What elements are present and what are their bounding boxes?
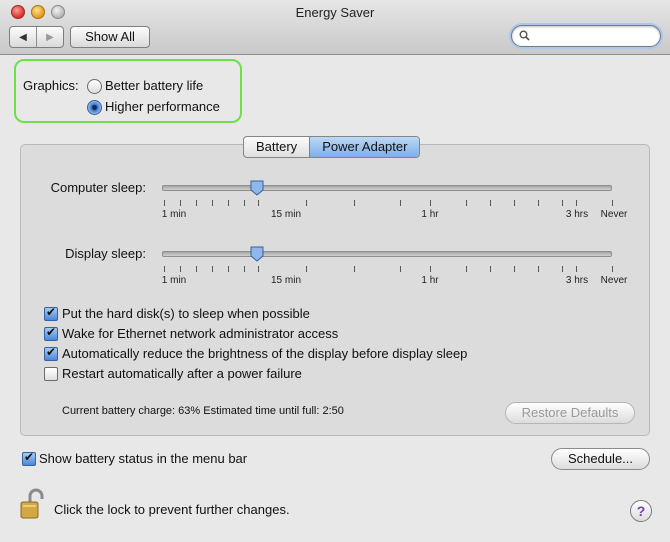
computer-sleep-label: Computer sleep: [50, 180, 146, 195]
computer-sleep-tick-label: 1 hr [421, 209, 439, 220]
show-battery-status-checkbox[interactable] [22, 450, 36, 466]
display-sleep-tick-label: 1 hr [421, 275, 439, 286]
reduce-brightness-label[interactable]: Automatically reduce the brightness of t… [62, 346, 467, 361]
tab-battery[interactable]: Battery [244, 137, 309, 157]
restore-defaults-button[interactable]: Restore Defaults [505, 402, 635, 424]
forward-button[interactable]: ▶ [37, 27, 63, 47]
back-button[interactable]: ◀ [10, 27, 37, 47]
show-all-button[interactable]: Show All [70, 26, 150, 48]
computer-sleep-ticks [0, 200, 670, 206]
graphics-group: Graphics: Better battery life Higher per… [14, 59, 242, 123]
radio-label-better-battery-life[interactable]: Better battery life [105, 78, 203, 93]
restart-after-power-failure-checkbox[interactable] [44, 367, 58, 381]
radio-label-higher-performance[interactable]: Higher performance [105, 99, 220, 114]
lock-icon[interactable] [20, 488, 44, 520]
computer-sleep-slider[interactable] [162, 185, 612, 191]
computer-sleep-tick-label: 1 min [161, 209, 187, 220]
wake-ethernet-checkbox[interactable] [44, 325, 58, 341]
radio-higher-performance[interactable] [87, 100, 102, 115]
computer-sleep-tick-label: 3 hrs [565, 209, 589, 220]
forward-arrow-icon: ▶ [46, 31, 54, 43]
radio-better-battery-life[interactable] [87, 79, 102, 94]
computer-sleep-tick-label: 15 min [270, 209, 302, 220]
back-forward-control: ◀ ▶ [9, 26, 64, 48]
restart-after-power-failure-label[interactable]: Restart automatically after a power fail… [62, 366, 302, 381]
graphics-label: Graphics: [23, 78, 79, 93]
display-sleep-tick-label: Never [600, 275, 628, 286]
tab-power-adapter[interactable]: Power Adapter [309, 137, 420, 157]
reduce-brightness-checkbox[interactable] [44, 345, 58, 361]
display-sleep-label: Display sleep: [65, 246, 146, 261]
help-button[interactable]: ? [630, 500, 652, 522]
battery-status-text: Current battery charge: 63% Estimated ti… [62, 405, 344, 417]
computer-sleep-slider-thumb[interactable] [250, 180, 264, 196]
display-sleep-slider-thumb[interactable] [250, 246, 264, 262]
computer-sleep-tick-label: Never [600, 209, 628, 220]
lock-message: Click the lock to prevent further change… [54, 502, 290, 517]
search-field[interactable] [511, 25, 661, 47]
display-sleep-tick-label: 1 min [161, 275, 187, 286]
hard-disk-sleep-checkbox[interactable] [44, 305, 58, 321]
display-sleep-slider[interactable] [162, 251, 612, 257]
wake-ethernet-label[interactable]: Wake for Ethernet network administrator … [62, 326, 338, 341]
schedule-button[interactable]: Schedule... [551, 448, 650, 470]
back-arrow-icon: ◀ [19, 31, 27, 43]
display-sleep-tick-label: 3 hrs [565, 275, 589, 286]
energy-saver-window: Energy Saver ◀ ▶ Show All Graphics: Bett… [0, 0, 670, 542]
window-title: Energy Saver [295, 5, 375, 20]
show-battery-status-label[interactable]: Show battery status in the menu bar [39, 451, 247, 466]
toolbar: Energy Saver ◀ ▶ Show All [0, 0, 670, 55]
hard-disk-sleep-label[interactable]: Put the hard disk(s) to sleep when possi… [62, 306, 310, 321]
search-icon [519, 30, 530, 41]
display-sleep-ticks [0, 266, 670, 272]
display-sleep-tick-label: 15 min [270, 275, 302, 286]
tab-bar: Battery Power Adapter [243, 136, 421, 158]
